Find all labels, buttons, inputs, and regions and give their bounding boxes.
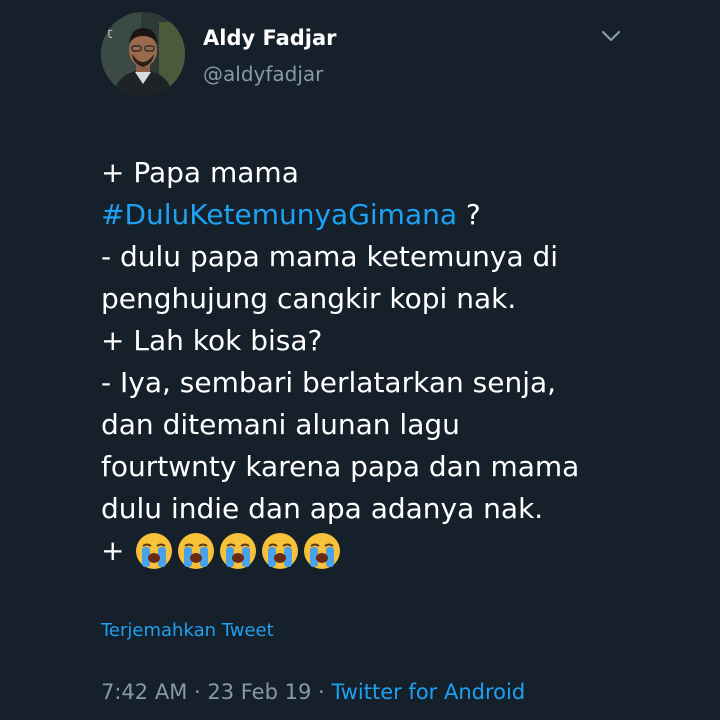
tweet-source-link[interactable]: Twitter for Android <box>331 680 525 704</box>
tweet-line: dan ditemani alunan lagu <box>101 408 460 441</box>
meta-separator: · <box>311 680 332 704</box>
tweet-card: t Aldy Fadjar @aldyfadjar + Papa mama #D… <box>0 0 720 720</box>
author-name[interactable]: Aldy Fadjar <box>203 26 337 50</box>
tweet-line: dulu indie dan apa adanya nak. <box>101 492 544 525</box>
tweet-line: + Lah kok bisa? <box>101 324 323 357</box>
tweet-text: + Papa mama #DuluKetemunyaGimana ? - dul… <box>101 152 701 572</box>
meta-separator: · <box>187 680 208 704</box>
tweet-line-text: ? <box>457 198 481 231</box>
tweet-meta: 7:42 AM · 23 Feb 19 · Twitter for Androi… <box>101 680 525 704</box>
tweet-line: - dulu papa mama ketemunya di <box>101 240 559 273</box>
author-handle[interactable]: @aldyfadjar <box>203 62 323 86</box>
svg-text:t: t <box>107 26 113 42</box>
avatar[interactable]: t <box>101 12 185 96</box>
tweet-time[interactable]: 7:42 AM <box>101 680 187 704</box>
tweet-date[interactable]: 23 Feb 19 <box>207 680 311 704</box>
loudly-crying-face-icon <box>218 531 258 571</box>
loudly-crying-face-icon <box>302 531 342 571</box>
loudly-crying-face-icon <box>260 531 300 571</box>
loudly-crying-face-icon <box>176 531 216 571</box>
tweet-line: + Papa mama <box>101 156 299 189</box>
tweet-line-text: + <box>101 534 125 567</box>
tweet-line: + <box>101 530 701 572</box>
loudly-crying-face-icon <box>134 531 174 571</box>
translate-tweet-link[interactable]: Terjemahkan Tweet <box>101 620 274 641</box>
tweet-line: - Iya, sembari berlatarkan senja, <box>101 366 557 399</box>
tweet-line: fourtwnty karena papa dan mama <box>101 450 580 483</box>
chevron-down-icon[interactable] <box>598 26 624 46</box>
tweet-line: penghujung cangkir kopi nak. <box>101 282 517 315</box>
hashtag-link[interactable]: #DuluKetemunyaGimana <box>101 198 457 231</box>
tweet-line: #DuluKetemunyaGimana ? <box>101 194 701 236</box>
